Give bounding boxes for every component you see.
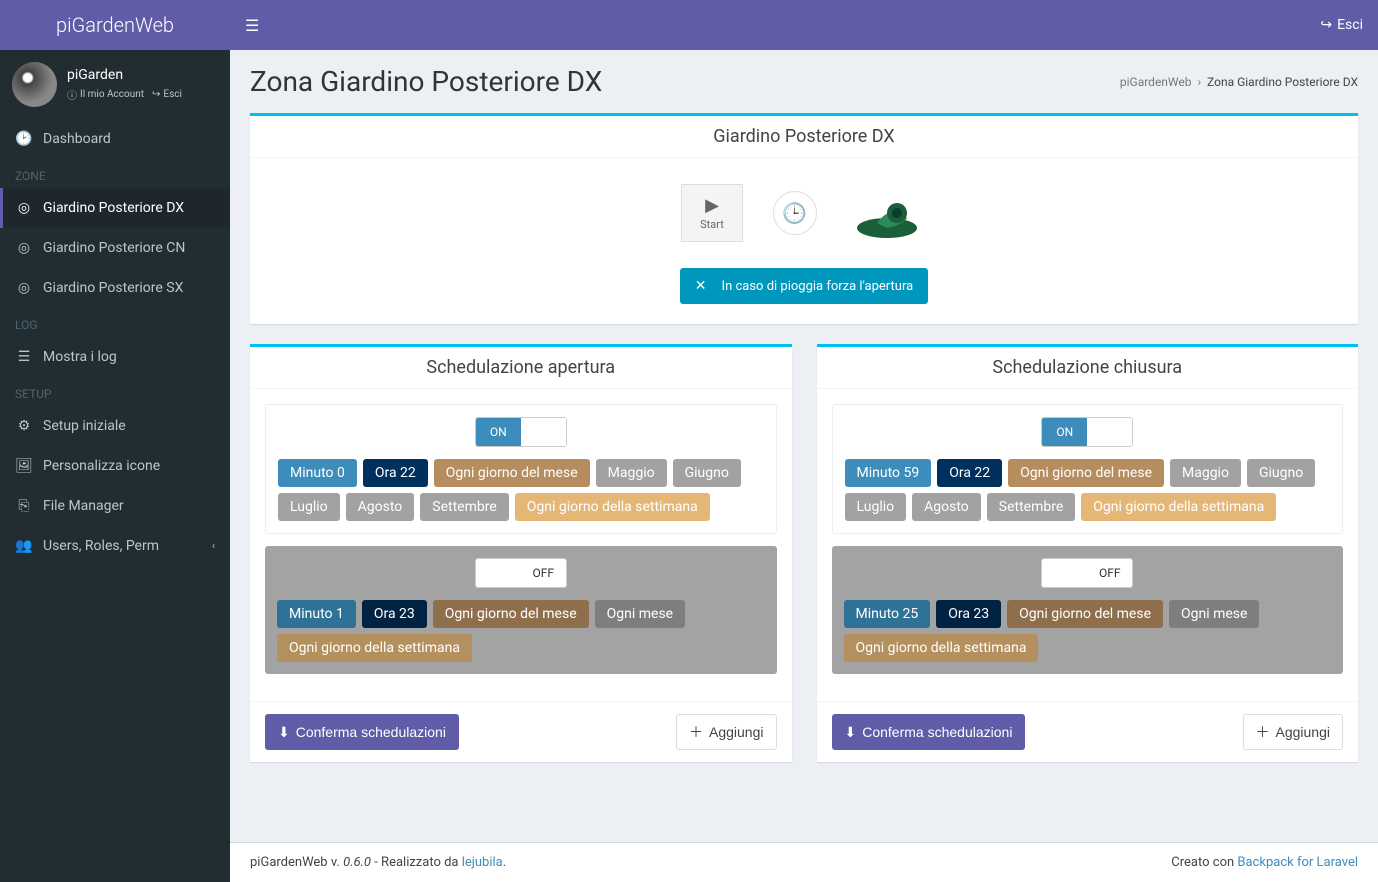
sidebar-item-zone-2[interactable]: ◎Giardino Posteriore SX xyxy=(0,268,230,308)
sidebar-section-setup: SETUP xyxy=(0,377,230,406)
dashboard-icon: 🕑 xyxy=(15,131,33,147)
sidebar-item-setup-2[interactable]: ⎘File Manager xyxy=(0,486,230,526)
plus-icon: ＋ xyxy=(689,722,703,742)
schedule-badge[interactable]: Agosto xyxy=(346,493,415,521)
schedule-button[interactable]: 🕒 xyxy=(773,191,817,235)
sidebar-item-dashboard[interactable]: 🕑Dashboard xyxy=(0,119,230,159)
user-panel: piGarden ⓘIl mio Account ↪Esci xyxy=(0,50,230,119)
footer: piGardenWeb v. 0.6.0 - Realizzato da lej… xyxy=(230,842,1378,882)
schedule-badge[interactable]: Minuto 0 xyxy=(278,459,357,487)
schedule-badge[interactable]: Ora 22 xyxy=(363,459,428,487)
author-link[interactable]: lejubila xyxy=(462,855,503,870)
confirm-open-button[interactable]: ⬇Conferma schedulazioni xyxy=(265,714,459,750)
schedule-badge[interactable]: Ogni giorno del mese xyxy=(434,459,590,487)
sidebar-item-zone-0[interactable]: ◎Giardino Posteriore DX xyxy=(0,188,230,228)
signout-icon: ↪ xyxy=(1320,17,1332,33)
schedule-badge[interactable]: Ogni mese xyxy=(1169,600,1259,628)
navbar: ☰ ↪Esci xyxy=(230,0,1378,50)
sidebar-item-log[interactable]: ☰Mostra i log xyxy=(0,337,230,377)
add-open-button[interactable]: ＋Aggiungi xyxy=(676,714,777,750)
schedule-open-title: Schedulazione apertura xyxy=(250,347,792,389)
schedule-toggle[interactable]: ON xyxy=(475,417,567,447)
schedule-badge[interactable]: Ogni giorno del mese xyxy=(1008,459,1164,487)
schedule-badge[interactable]: Luglio xyxy=(278,493,340,521)
schedule-badge[interactable]: Maggio xyxy=(596,459,667,487)
breadcrumb-current: Zona Giardino Posteriore DX xyxy=(1207,75,1358,89)
page-title: Zona Giardino Posteriore DX xyxy=(250,65,602,98)
hamburger-icon[interactable]: ☰ xyxy=(245,16,259,35)
schedule-entry: ON Minuto 59Ora 22Ogni giorno del meseMag… xyxy=(832,404,1344,534)
chevron-left-icon: ‹ xyxy=(212,541,215,552)
schedule-entry: OFFMinuto 1Ora 23Ogni giorno del meseOgn… xyxy=(265,546,777,674)
breadcrumb: piGardenWeb › Zona Giardino Posteriore D… xyxy=(1120,75,1358,89)
schedule-badge[interactable]: Luglio xyxy=(845,493,907,521)
schedule-badge[interactable]: Giugno xyxy=(1247,459,1315,487)
schedule-badge[interactable]: Ogni giorno della settimana xyxy=(515,493,710,521)
setup-icon-1: 🖼 xyxy=(15,458,33,474)
sidebar-item-zone-1[interactable]: ◎Giardino Posteriore CN xyxy=(0,228,230,268)
schedule-badge[interactable]: Ora 23 xyxy=(936,600,1001,628)
schedule-open-box: Schedulazione apertura ONMinuto 0Ora 22O… xyxy=(250,344,792,762)
signout-icon: ↪ xyxy=(152,89,160,100)
zone-image xyxy=(847,183,927,243)
schedule-badge[interactable]: Agosto xyxy=(912,493,981,521)
schedule-badge[interactable]: Ogni giorno del mese xyxy=(1007,600,1163,628)
navbar-exit-link[interactable]: ↪Esci xyxy=(1320,17,1363,33)
sidebar-section-zone: ZONE xyxy=(0,159,230,188)
download-icon: ⬇ xyxy=(278,724,290,741)
schedule-toggle[interactable]: OFF xyxy=(1041,558,1133,588)
close-icon[interactable]: ✕ xyxy=(695,278,707,294)
schedule-badge[interactable]: Ogni giorno della settimana xyxy=(844,634,1039,662)
clock-icon: 🕒 xyxy=(782,201,807,225)
schedule-badge[interactable]: Ogni giorno del mese xyxy=(433,600,589,628)
sidebar-item-setup-1[interactable]: 🖼Personalizza icone xyxy=(0,446,230,486)
rain-force-callout: ✕ In caso di pioggia forza l'apertura xyxy=(680,268,928,304)
schedule-badge[interactable]: Maggio xyxy=(1170,459,1241,487)
backpack-link[interactable]: Backpack for Laravel xyxy=(1237,855,1358,870)
plus-icon: ＋ xyxy=(1256,722,1270,742)
toggle-icon: ◎ xyxy=(15,200,33,216)
schedule-badge[interactable]: Ora 23 xyxy=(362,600,427,628)
start-button[interactable]: ▶ Start xyxy=(681,184,743,242)
schedule-entry: OFFMinuto 25Ora 23Ogni giorno del meseOg… xyxy=(832,546,1344,674)
add-close-button[interactable]: ＋Aggiungi xyxy=(1243,714,1344,750)
breadcrumb-root[interactable]: piGardenWeb xyxy=(1120,75,1192,89)
schedule-badge[interactable]: Settembre xyxy=(987,493,1076,521)
schedule-entry: ON Minuto 0Ora 22Ogni giorno del meseMagg… xyxy=(265,404,777,534)
schedule-badge[interactable]: Ogni mese xyxy=(595,600,685,628)
sidebar: piGardenWeb piGarden ⓘIl mio Account ↪Es… xyxy=(0,0,230,882)
schedule-badge[interactable]: Ogni giorno della settimana xyxy=(277,634,472,662)
schedule-badge[interactable]: Minuto 25 xyxy=(844,600,931,628)
sidebar-item-setup-3[interactable]: 👥Users, Roles, Perm‹ xyxy=(0,526,230,566)
setup-icon-2: ⎘ xyxy=(15,498,33,514)
schedule-badge[interactable]: Minuto 1 xyxy=(277,600,356,628)
toggle-icon: ◎ xyxy=(15,280,33,296)
sidebar-section-log: LOG xyxy=(0,308,230,337)
schedule-badge[interactable]: Minuto 59 xyxy=(845,459,932,487)
schedule-badge[interactable]: Ora 22 xyxy=(937,459,1002,487)
confirm-close-button[interactable]: ⬇Conferma schedulazioni xyxy=(832,714,1026,750)
zone-box: Giardino Posteriore DX ▶ Start 🕒 ✕ xyxy=(250,113,1358,324)
schedule-toggle[interactable]: ON xyxy=(1041,417,1133,447)
schedule-badge[interactable]: Giugno xyxy=(673,459,741,487)
app-logo[interactable]: piGardenWeb xyxy=(0,0,230,50)
user-exit-link[interactable]: ↪Esci xyxy=(152,87,182,102)
setup-icon-0: ⚙ xyxy=(15,418,33,434)
schedule-badge[interactable]: Ogni giorno della settimana xyxy=(1081,493,1276,521)
sidebar-item-setup-0[interactable]: ⚙Setup iniziale xyxy=(0,406,230,446)
download-icon: ⬇ xyxy=(845,724,857,741)
user-name: piGarden xyxy=(67,67,182,83)
setup-icon-3: 👥 xyxy=(15,538,33,554)
zone-box-title: Giardino Posteriore DX xyxy=(250,116,1358,158)
avatar xyxy=(12,62,57,107)
my-account-link[interactable]: ⓘIl mio Account xyxy=(67,87,144,102)
schedule-close-title: Schedulazione chiusura xyxy=(817,347,1359,389)
user-icon: ⓘ xyxy=(67,87,77,102)
schedule-toggle[interactable]: OFF xyxy=(475,558,567,588)
schedule-badge[interactable]: Settembre xyxy=(420,493,509,521)
list-icon: ☰ xyxy=(15,349,33,365)
toggle-icon: ◎ xyxy=(15,240,33,256)
play-icon: ▶ xyxy=(700,195,724,216)
schedule-close-box: Schedulazione chiusura ON Minuto 59Ora 22… xyxy=(817,344,1359,762)
